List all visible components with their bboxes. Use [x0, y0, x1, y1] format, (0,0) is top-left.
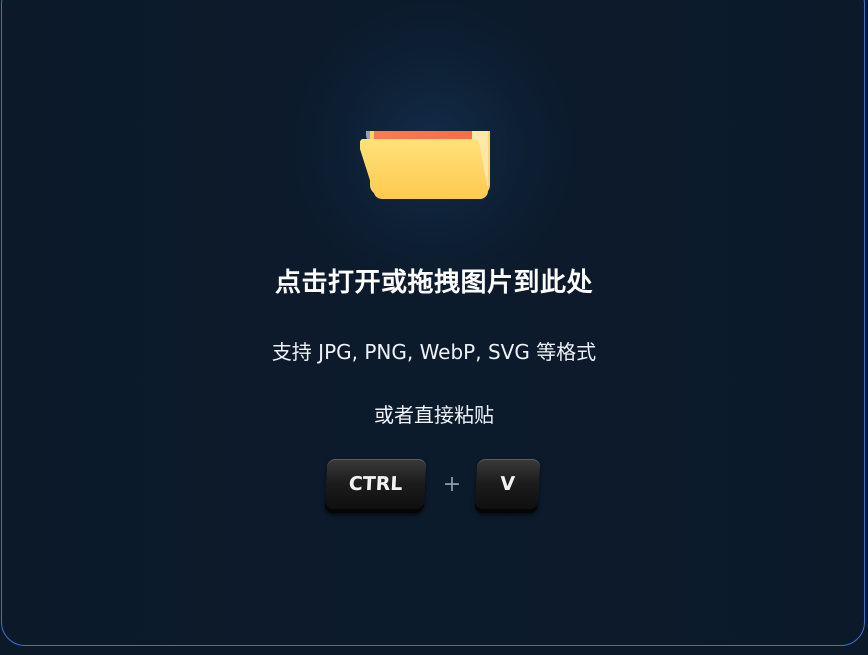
ctrl-key: CTRL	[324, 459, 427, 513]
paste-hint: 或者直接粘贴	[374, 403, 494, 427]
v-key-label: V	[499, 473, 516, 495]
ctrl-key-label: CTRL	[348, 473, 404, 495]
supported-formats-text: 支持 JPG, PNG, WebP, SVG 等格式	[271, 340, 597, 364]
dropzone-title: 点击打开或拖拽图片到此处	[274, 268, 593, 298]
folder-icon	[360, 131, 490, 200]
v-key: V	[474, 459, 541, 513]
plus-separator: +	[442, 472, 462, 497]
image-dropzone[interactable]	[1, 0, 865, 646]
